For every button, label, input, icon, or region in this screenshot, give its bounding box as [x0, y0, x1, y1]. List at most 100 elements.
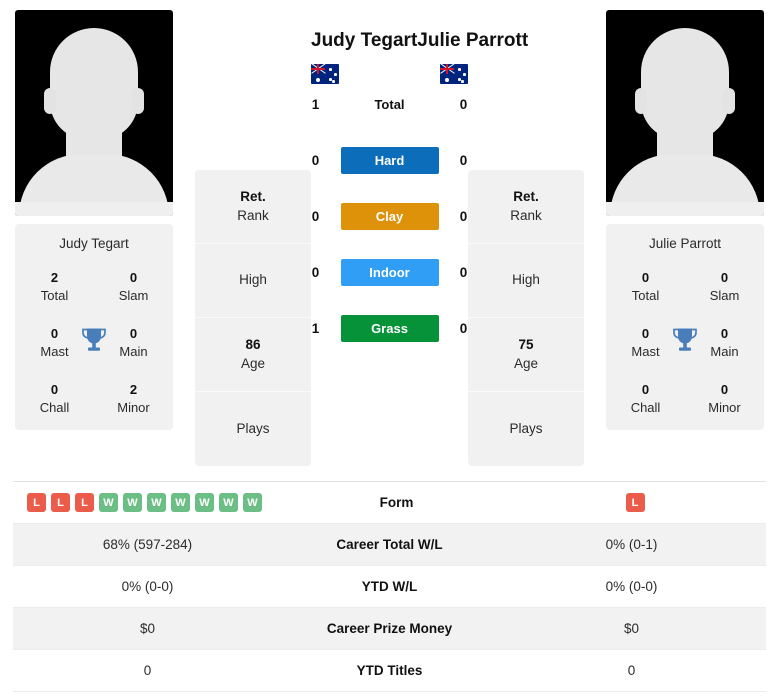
info-value: Ret. [240, 189, 266, 205]
titles-value: 0 [50, 382, 59, 398]
h2h-row-indoor: 0 Indoor 0 [311, 258, 468, 286]
form-badge-win[interactable]: W [123, 493, 142, 512]
right-player-avatar [606, 10, 764, 216]
avatar-ear-left-shape [635, 88, 647, 114]
h2h-row-grass: 1 Grass 0 [311, 314, 468, 342]
titles-cell-slam: 0 Slam [94, 269, 173, 304]
right-value: 0% (0-1) [605, 537, 658, 552]
info-label: Age [513, 355, 539, 371]
form-badge-loss[interactable]: L [51, 493, 70, 512]
info-value: 75 [518, 337, 534, 353]
titles-value: 0 [720, 270, 729, 285]
right-value: 0% (0-0) [605, 579, 658, 594]
h2h-left-score: 0 [311, 264, 320, 280]
right-titles-card: Julie Parrott 0 Total 0 Slam 0 Mast 0 Ma… [606, 224, 764, 431]
left-form-badges: LLLWWWWWWW [27, 493, 289, 512]
titles-label: Total [631, 287, 660, 303]
form-badge-loss[interactable]: L [75, 493, 94, 512]
titles-label: Minor [117, 399, 150, 415]
titles-value: 2 [129, 382, 138, 398]
right-info-column: Ret. Rank High 75 Age Plays [468, 170, 584, 466]
row-label: YTD Titles [356, 663, 423, 678]
row-label: Career Prize Money [326, 621, 453, 636]
titles-value: 0 [641, 382, 650, 398]
left-value: 0% (0-0) [121, 579, 174, 594]
form-badge-loss[interactable]: L [27, 493, 46, 512]
left-player-column: Judy Tegart 2 Total 0 Slam 0 Mast 0 Main [15, 10, 173, 431]
right-info-plays: Plays [468, 392, 584, 466]
h2h-left-score: 1 [311, 96, 320, 112]
left-australia-flag-icon [311, 64, 339, 84]
player-comparison-header: Judy Tegart 2 Total 0 Slam 0 Mast 0 Main [0, 0, 779, 466]
titles-value: 2 [50, 270, 59, 285]
row-label: Career Total W/L [336, 537, 443, 552]
info-label: Plays [236, 420, 270, 436]
left-player-avatar [15, 10, 173, 216]
right-player-name[interactable]: Julie Parrott [417, 30, 528, 52]
form-badge-win[interactable]: W [243, 493, 262, 512]
left-value: 68% (597-284) [102, 537, 193, 552]
left-player-name[interactable]: Judy Tegart [311, 30, 417, 52]
form-badge-win[interactable]: W [219, 493, 238, 512]
left-info-plays: Plays [195, 392, 311, 466]
h2h-surface-badge-grass[interactable]: Grass [340, 314, 439, 342]
trophy-icon [81, 326, 107, 359]
h2h-surface-badge-clay[interactable]: Clay [340, 202, 439, 230]
titles-cell-chall: 0 Chall [606, 381, 685, 416]
row-label: YTD W/L [361, 579, 418, 594]
right-value: 0 [627, 663, 636, 678]
row-label-form: Form [379, 495, 414, 510]
titles-cell-chall: 0 Chall [15, 381, 94, 416]
avatar-ear-left-shape [44, 88, 56, 114]
right-australia-flag-icon [440, 64, 468, 84]
h2h-surface-label-total: Total [374, 96, 405, 112]
h2h-left-score: 1 [311, 320, 320, 336]
form-badge-loss[interactable]: L [625, 493, 645, 512]
h2h-surface-badge-hard[interactable]: Hard [340, 146, 439, 174]
titles-label: Total [40, 287, 69, 303]
avatar-ear-right-shape [132, 88, 144, 114]
form-badge-win[interactable]: W [171, 493, 190, 512]
left-info-high: High [195, 244, 311, 318]
form-badge-win[interactable]: W [99, 493, 118, 512]
head-to-head-panel: Judy Tegart Julie Parrott 1 Total 0 0 Ha… [311, 10, 528, 342]
right-value: $0 [623, 621, 640, 636]
comparison-stats-table: LLLWWWWWWW Form L 68% (597-284) Career T… [13, 481, 766, 692]
titles-cell-slam: 0 Slam [685, 269, 764, 304]
table-row-career-total-wl: 68% (597-284) Career Total W/L 0% (0-1) [13, 524, 766, 566]
right-form-badges: L [504, 493, 766, 512]
right-info-rank: Ret. Rank [468, 170, 584, 244]
left-titles-grid: 2 Total 0 Slam 0 Mast 0 Main 0 Chall 2 M… [15, 269, 173, 416]
titles-cell-minor: 0 Minor [685, 381, 764, 416]
table-row-form: LLLWWWWWWW Form L [13, 482, 766, 524]
surface-breakdown-rows: 1 Total 0 0 Hard 0 0 Clay 0 0 Indoor 0 1 [311, 90, 468, 342]
h2h-right-score: 0 [459, 152, 468, 168]
titles-cell-total: 2 Total [15, 269, 94, 304]
player-names-row: Judy Tegart Julie Parrott [311, 12, 528, 52]
titles-value: 0 [720, 382, 729, 398]
info-label: Rank [510, 207, 542, 223]
left-titles-card: Judy Tegart 2 Total 0 Slam 0 Mast 0 Main [15, 224, 173, 431]
h2h-surface-badge-indoor[interactable]: Indoor [340, 258, 439, 286]
form-badge-win[interactable]: W [147, 493, 166, 512]
player-flags-row [311, 64, 468, 84]
avatar-floor-shape [606, 202, 764, 216]
titles-label: Chall [39, 399, 70, 415]
titles-label: Minor [708, 399, 741, 415]
avatar-ear-right-shape [723, 88, 735, 114]
left-titles-card-name: Judy Tegart [59, 236, 129, 251]
left-value: 0 [143, 663, 152, 678]
form-badge-win[interactable]: W [195, 493, 214, 512]
h2h-left-score: 0 [311, 152, 320, 168]
form-left-cell: LLLWWWWWWW [13, 487, 289, 518]
titles-label: Slam [118, 287, 149, 303]
left-value: $0 [139, 621, 156, 636]
right-info-high: High [468, 244, 584, 318]
right-titles-grid: 0 Total 0 Slam 0 Mast 0 Main 0 Chall 0 M… [606, 269, 764, 416]
right-player-column: Julie Parrott 0 Total 0 Slam 0 Mast 0 Ma… [606, 10, 764, 431]
form-right-cell: L [504, 487, 766, 518]
avatar-head-shape [50, 28, 138, 140]
titles-label: Slam [709, 287, 740, 303]
table-row-career-prize-money: $0 Career Prize Money $0 [13, 608, 766, 650]
info-label: Plays [509, 420, 543, 436]
